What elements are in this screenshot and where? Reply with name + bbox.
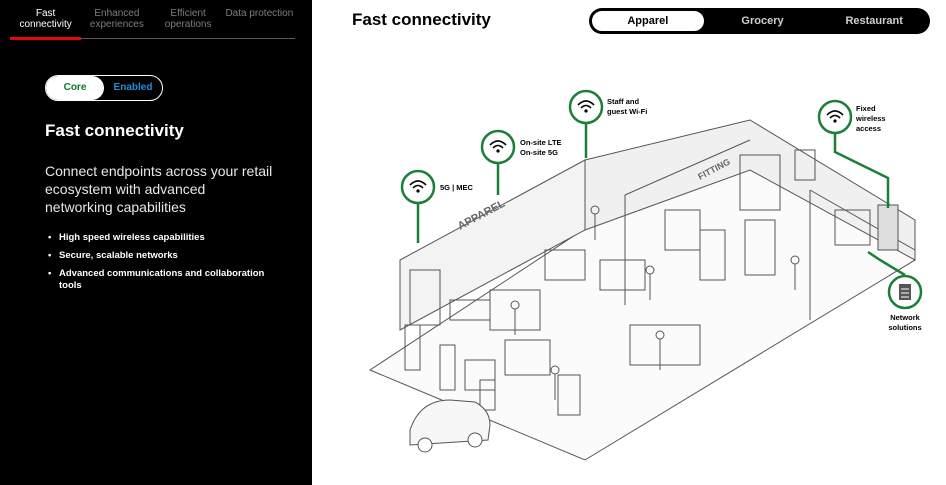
pin-on-site-lte[interactable]: On-site LTE On-site 5G — [480, 129, 562, 165]
industry-selector: Apparel Grocery Restaurant — [589, 8, 930, 34]
solution-tabs: Fast connectivity Enhanced experiences E… — [10, 6, 295, 40]
core-enabled-toggle[interactable]: Core Enabled — [45, 75, 163, 101]
tab-enhanced-experiences[interactable]: Enhanced experiences — [81, 6, 152, 38]
pin-staff-guest-wifi[interactable]: Staff and guest Wi-Fi — [568, 89, 647, 125]
pin-label: On-site 5G — [520, 148, 558, 157]
segment-apparel[interactable]: Apparel — [590, 9, 706, 33]
toggle-core-option[interactable]: Core — [46, 76, 104, 100]
panel-description: Connect endpoints across your retail eco… — [45, 163, 273, 215]
pin-label: guest Wi-Fi — [607, 107, 647, 116]
tab-data-protection[interactable]: Data protection — [224, 6, 295, 38]
left-panel: Fast connectivity Enhanced experiences E… — [0, 0, 312, 485]
feature-item: Secure, scalable networks — [45, 250, 285, 262]
toggle-enabled-option[interactable]: Enabled — [104, 76, 162, 100]
feature-item: Advanced communications and collaboratio… — [45, 268, 285, 292]
store-floorplan — [368, 119, 916, 461]
pin-label: Network — [890, 313, 920, 322]
panel-title: Fast connectivity — [45, 121, 184, 140]
page-title: Fast connectivity — [352, 10, 491, 29]
pin-network-solutions[interactable]: Network solutions — [887, 274, 923, 332]
pin-label: On-site LTE — [520, 138, 562, 147]
tab-efficient-operations[interactable]: Efficient operations — [153, 6, 224, 38]
pin-label: wireless — [855, 114, 886, 123]
pin-5g-mec[interactable]: 5G | MEC — [400, 169, 474, 205]
pin-label: 5G | MEC — [440, 183, 474, 192]
segment-grocery[interactable]: Grocery — [707, 15, 819, 27]
pin-label: Staff and — [607, 97, 640, 106]
feature-list: High speed wireless capabilities Secure,… — [45, 232, 285, 298]
pin-fixed-wireless-access[interactable]: Fixed wireless access — [817, 99, 886, 135]
store-illustration: APPAREL FITTING 5G | MEC On-site LTE On-… — [368, 89, 923, 461]
server-icon — [899, 284, 911, 300]
feature-item: High speed wireless capabilities — [45, 232, 285, 244]
segment-restaurant[interactable]: Restaurant — [818, 15, 930, 27]
pin-label: Fixed — [856, 104, 876, 113]
tab-fast-connectivity[interactable]: Fast connectivity — [10, 6, 82, 40]
pin-label: solutions — [888, 323, 921, 332]
pin-label: access — [856, 124, 881, 133]
